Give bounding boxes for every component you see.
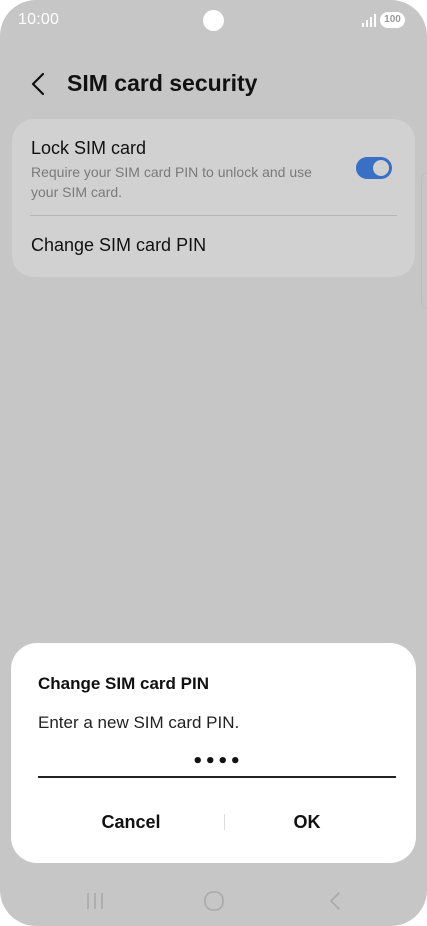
navigation-bar bbox=[0, 880, 427, 926]
lock-sim-card-row[interactable]: Lock SIM card Require your SIM card PIN … bbox=[12, 119, 415, 215]
recent-apps-icon[interactable] bbox=[82, 888, 108, 914]
front-camera-icon bbox=[203, 10, 224, 31]
lock-sim-card-toggle[interactable] bbox=[356, 157, 392, 179]
cancel-button[interactable]: Cancel bbox=[36, 803, 226, 841]
nav-back-icon[interactable] bbox=[322, 888, 348, 914]
pin-input[interactable] bbox=[38, 746, 396, 778]
status-bar: 10:00 100 bbox=[0, 0, 427, 40]
lock-sim-card-title: Lock SIM card bbox=[31, 138, 147, 158]
back-arrow-icon[interactable] bbox=[28, 70, 48, 98]
battery-icon: 100 bbox=[380, 12, 405, 28]
change-sim-pin-row[interactable]: Change SIM card PIN bbox=[12, 216, 415, 277]
change-sim-pin-label: Change SIM card PIN bbox=[31, 235, 207, 255]
scrollbar[interactable] bbox=[421, 173, 427, 308]
dialog-title: Change SIM card PIN bbox=[38, 674, 209, 693]
settings-card: Lock SIM card Require your SIM card PIN … bbox=[12, 119, 415, 277]
page-title: SIM card security bbox=[67, 70, 258, 96]
status-time: 10:00 bbox=[18, 11, 60, 28]
home-icon[interactable] bbox=[201, 888, 227, 914]
change-pin-dialog: Change SIM card PIN Enter a new SIM card… bbox=[11, 643, 416, 863]
app-header: SIM card security bbox=[0, 60, 427, 110]
signal-icon bbox=[362, 14, 376, 27]
ok-button[interactable]: OK bbox=[212, 803, 402, 841]
lock-sim-card-description: Require your SIM card PIN to unlock and … bbox=[31, 164, 312, 200]
phone-screen: 10:00 100 SIM card security Lock SIM car… bbox=[0, 0, 427, 926]
dialog-message: Enter a new SIM card PIN. bbox=[38, 713, 240, 732]
toggle-knob bbox=[373, 160, 389, 176]
